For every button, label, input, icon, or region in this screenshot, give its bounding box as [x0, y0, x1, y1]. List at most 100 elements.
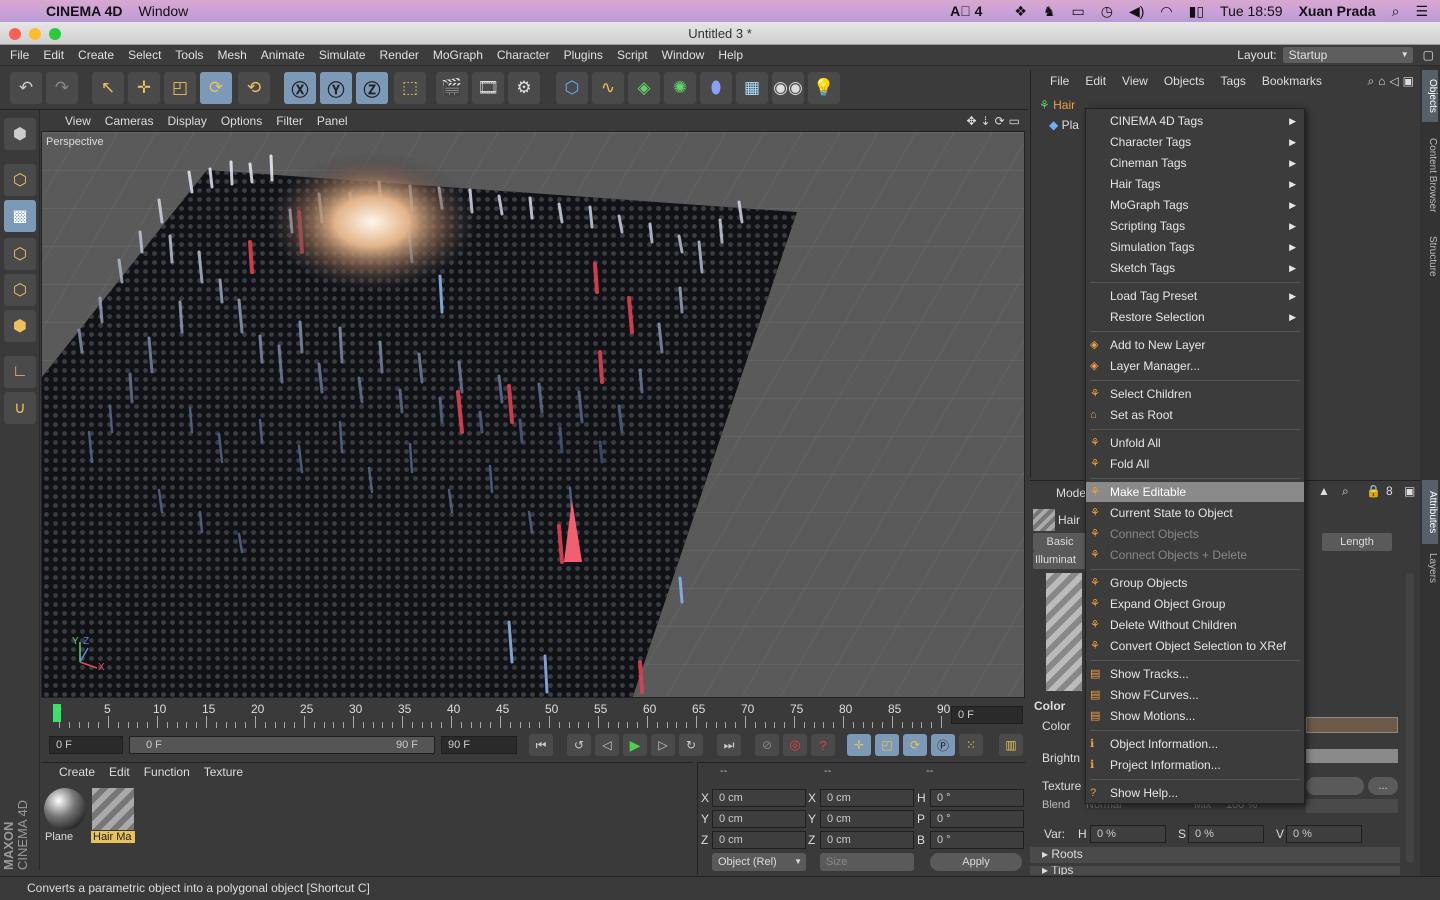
- menu-mesh[interactable]: Mesh: [210, 48, 253, 62]
- y-axis-lock[interactable]: Ⓨ: [320, 72, 352, 104]
- context-menu-item-layer-manager[interactable]: ◈ Layer Manager...: [1086, 356, 1304, 376]
- context-menu-item-hair-tags[interactable]: Hair Tags ▶: [1086, 174, 1304, 194]
- viewport-zoom-icon[interactable]: ⇣: [981, 114, 991, 128]
- context-menu-item-show-tracks[interactable]: ▤ Show Tracks...: [1086, 664, 1304, 684]
- array-button[interactable]: ✺: [664, 72, 696, 104]
- camera-button[interactable]: ◉◉: [772, 72, 804, 104]
- obj-menu-objects[interactable]: Objects: [1156, 74, 1213, 88]
- coordinate-system-button[interactable]: ⬚: [394, 72, 426, 104]
- goto-end-button[interactable]: ⏭: [717, 734, 741, 756]
- obj-menu-edit[interactable]: Edit: [1077, 74, 1114, 88]
- rotation-h-field[interactable]: 0 °: [930, 789, 1024, 807]
- user-name[interactable]: Xuan Prada: [1299, 3, 1376, 19]
- key-parameter-button[interactable]: Ⓟ: [931, 734, 955, 756]
- attr-up-icon[interactable]: ▲: [1318, 484, 1330, 498]
- context-menu-item-unfold-all[interactable]: ⚘ Unfold All: [1086, 433, 1304, 453]
- material-hair[interactable]: Hair Ma: [91, 787, 135, 847]
- z-axis-lock[interactable]: Ⓩ: [356, 72, 388, 104]
- context-menu-item-restore-selection[interactable]: Restore Selection ▶: [1086, 307, 1304, 327]
- key-position-button[interactable]: ✛: [847, 734, 871, 756]
- live-selection-tool[interactable]: ↖: [92, 72, 124, 104]
- context-menu-item-make-editable[interactable]: ⚘ Make Editable: [1086, 482, 1304, 502]
- evernote-icon[interactable]: ♞: [1043, 3, 1056, 20]
- home-icon[interactable]: ⌂: [1378, 74, 1385, 88]
- render-view-button[interactable]: 🎬: [436, 72, 468, 104]
- menu-plugins[interactable]: Plugins: [557, 48, 610, 62]
- menu-render[interactable]: Render: [373, 48, 426, 62]
- make-editable-tool[interactable]: ⬢: [4, 118, 36, 150]
- context-menu-item-sketch-tags[interactable]: Sketch Tags ▶: [1086, 258, 1304, 278]
- snap-tool[interactable]: ∪: [4, 392, 36, 424]
- menu-simulate[interactable]: Simulate: [312, 48, 373, 62]
- floor-button[interactable]: ▦: [736, 72, 768, 104]
- render-picture-viewer-button[interactable]: 🎞: [472, 72, 504, 104]
- size-x-field[interactable]: 0 cm: [820, 789, 914, 807]
- coord-size-select[interactable]: Size: [820, 853, 914, 871]
- obj-menu-bookmarks[interactable]: Bookmarks: [1254, 74, 1330, 88]
- notification-center-icon[interactable]: ☰: [1415, 3, 1428, 20]
- mat-menu-edit[interactable]: Edit: [109, 765, 130, 779]
- next-key-button[interactable]: ↻: [679, 734, 703, 756]
- texture-mode-tool[interactable]: ▩: [4, 200, 36, 232]
- context-menu-item-character-tags[interactable]: Character Tags ▶: [1086, 132, 1304, 152]
- key-scale-button[interactable]: ◰: [875, 734, 899, 756]
- menu-select[interactable]: Select: [121, 48, 168, 62]
- record-keys-button[interactable]: ⊘: [755, 734, 779, 756]
- var-v-field[interactable]: 0 %: [1286, 825, 1362, 843]
- context-menu-item-show-motions[interactable]: ▤ Show Motions...: [1086, 706, 1304, 726]
- app-menu[interactable]: CINEMA 4D: [46, 3, 123, 19]
- var-s-field[interactable]: 0 %: [1188, 825, 1264, 843]
- menu-animate[interactable]: Animate: [254, 48, 312, 62]
- viewport-menu-display[interactable]: Display: [160, 114, 213, 128]
- blend-field[interactable]: [1306, 799, 1398, 813]
- context-menu-item-show-fcurves[interactable]: ▤ Show FCurves...: [1086, 685, 1304, 705]
- x-axis-lock[interactable]: Ⓧ: [284, 72, 316, 104]
- rotate-tool[interactable]: ⟳: [200, 72, 232, 104]
- key-rotation-button[interactable]: ⟳: [903, 734, 927, 756]
- menu-edit[interactable]: Edit: [36, 48, 71, 62]
- obj-menu-tags[interactable]: Tags: [1213, 74, 1254, 88]
- prev-frame-button[interactable]: ◁: [595, 734, 619, 756]
- timemachine-icon[interactable]: ◷: [1101, 3, 1113, 20]
- tab-length[interactable]: Length: [1322, 533, 1392, 551]
- position-z-field[interactable]: 0 cm: [712, 831, 806, 849]
- vtab-objects[interactable]: Objects: [1422, 70, 1438, 122]
- clock[interactable]: Tue 18:59: [1220, 3, 1283, 19]
- attr-mode-menu[interactable]: Mode: [1056, 486, 1086, 500]
- edges-mode-tool[interactable]: ⬡: [4, 274, 36, 306]
- range-slider[interactable]: 0 F 90 F: [129, 736, 435, 754]
- prev-key-button[interactable]: ↺: [567, 734, 591, 756]
- spline-button[interactable]: ∿: [592, 72, 624, 104]
- current-frame-field[interactable]: 0 F: [951, 706, 1023, 724]
- nurbs-button[interactable]: ◈: [628, 72, 660, 104]
- menu-mograph[interactable]: MoGraph: [426, 48, 490, 62]
- obj-menu-file[interactable]: File: [1030, 74, 1077, 88]
- context-menu-item-add-to-new-layer[interactable]: ◈ Add to New Layer: [1086, 335, 1304, 355]
- recent-tool[interactable]: ⟲: [238, 72, 270, 104]
- undo-button[interactable]: ↶: [10, 72, 42, 104]
- viewport-menu-panel[interactable]: Panel: [310, 114, 355, 128]
- position-y-field[interactable]: 0 cm: [712, 810, 806, 828]
- menu-tools[interactable]: Tools: [168, 48, 210, 62]
- goto-start-button[interactable]: ⏮: [529, 734, 553, 756]
- vtab-layers[interactable]: Layers: [1422, 548, 1438, 588]
- panel-expand-icon[interactable]: ▢: [1423, 48, 1434, 62]
- spotlight-icon[interactable]: ⌕: [1392, 3, 1400, 20]
- context-menu-item-convert-object-selection-to-xref[interactable]: ⚘ Convert Object Selection to XRef: [1086, 636, 1304, 656]
- context-menu-item-expand-object-group[interactable]: ⚘ Expand Object Group: [1086, 594, 1304, 614]
- apply-button[interactable]: Apply: [930, 853, 1022, 871]
- perspective-viewport[interactable]: Perspective Y Z X: [41, 131, 1025, 698]
- viewport-menu-view[interactable]: View: [41, 114, 98, 128]
- mat-menu-texture[interactable]: Texture: [204, 765, 243, 779]
- var-h-field[interactable]: 0 %: [1090, 825, 1166, 843]
- rotation-b-field[interactable]: 0 °: [930, 831, 1024, 849]
- context-menu-item-object-information[interactable]: ℹ Object Information...: [1086, 734, 1304, 754]
- axis-mode-tool[interactable]: ∟: [4, 356, 36, 388]
- context-menu-item-cinema-4d-tags[interactable]: CINEMA 4D Tags ▶: [1086, 111, 1304, 131]
- context-menu-item-delete-without-children[interactable]: ⚘ Delete Without Children: [1086, 615, 1304, 635]
- polygons-mode-tool[interactable]: ⬢: [4, 310, 36, 342]
- cube-object-button[interactable]: ⬡: [556, 72, 588, 104]
- tab-illumination[interactable]: Illuminat: [1033, 551, 1087, 569]
- attr-expand-icon[interactable]: ▣: [1404, 484, 1415, 498]
- close-window-button[interactable]: [9, 28, 21, 40]
